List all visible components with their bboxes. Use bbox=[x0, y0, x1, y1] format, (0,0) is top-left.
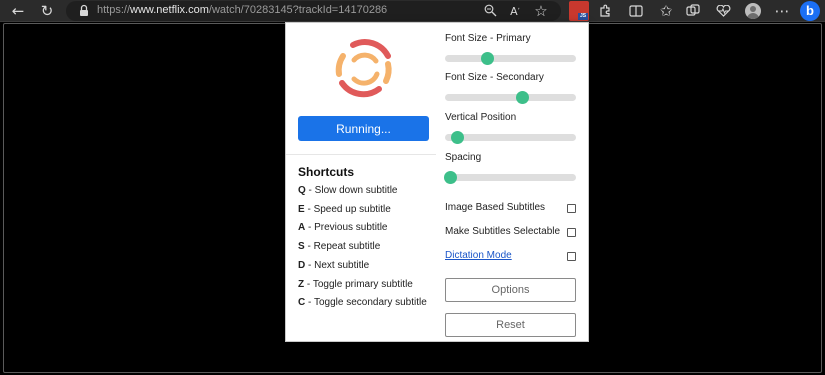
running-status-button[interactable]: Running... bbox=[298, 116, 429, 141]
profile-avatar[interactable] bbox=[745, 3, 761, 19]
shortcut-item: Z - Toggle primary subtitle bbox=[298, 279, 413, 290]
vertical-position-label: Vertical Position bbox=[445, 112, 517, 123]
split-screen-icon[interactable] bbox=[629, 5, 643, 17]
shortcut-item: E - Speed up subtitle bbox=[298, 204, 391, 215]
dictation-mode-link[interactable]: Dictation Mode bbox=[445, 250, 512, 261]
image-based-subtitles-checkbox[interactable] bbox=[567, 204, 576, 213]
shortcuts-title: Shortcuts bbox=[298, 165, 355, 179]
more-menu-icon[interactable]: ⋯ bbox=[772, 1, 792, 21]
refresh-icon[interactable]: ↻ bbox=[37, 1, 57, 21]
favorites-icon[interactable]: ✩ bbox=[656, 1, 676, 21]
spacing-slider[interactable] bbox=[444, 171, 576, 184]
divider bbox=[286, 154, 436, 155]
slider-thumb[interactable] bbox=[480, 52, 494, 65]
subtitle-extension-popup: Running... Shortcuts Q - Slow down subti… bbox=[285, 22, 589, 342]
shortcut-item: Q - Slow down subtitle bbox=[298, 185, 398, 196]
extensions-puzzle-icon[interactable] bbox=[598, 4, 612, 18]
reset-button[interactable]: Reset bbox=[445, 313, 576, 337]
extension-logo-icon bbox=[335, 39, 392, 98]
shortcut-item: D - Next subtitle bbox=[298, 260, 370, 271]
browser-essentials-icon[interactable] bbox=[716, 5, 731, 17]
make-subtitles-selectable-label: Make Subtitles Selectable bbox=[445, 226, 561, 237]
zoom-icon[interactable] bbox=[484, 4, 497, 17]
shortcut-item: A - Previous subtitle bbox=[298, 222, 388, 233]
lock-icon bbox=[80, 4, 88, 16]
slider-thumb[interactable] bbox=[516, 91, 530, 104]
vertical-position-slider[interactable] bbox=[445, 131, 576, 144]
favorite-star-icon[interactable]: ☆ bbox=[531, 1, 551, 21]
image-based-subtitles-label: Image Based Subtitles bbox=[445, 202, 546, 213]
url-text[interactable]: https://www.netflix.com/watch/70283145?t… bbox=[97, 3, 387, 17]
read-aloud-icon[interactable]: Aʼ bbox=[505, 1, 525, 21]
shortcut-item: C - Toggle secondary subtitle bbox=[298, 297, 427, 308]
subtitle-extension-icon[interactable]: JS bbox=[569, 1, 589, 21]
bing-copilot-icon[interactable]: b bbox=[800, 1, 820, 21]
slider-thumb[interactable] bbox=[450, 131, 464, 144]
options-button[interactable]: Options bbox=[445, 278, 576, 302]
shortcut-item: S - Repeat subtitle bbox=[298, 241, 381, 252]
slider-thumb[interactable] bbox=[444, 171, 458, 184]
font-size-secondary-slider[interactable] bbox=[445, 91, 576, 104]
dictation-mode-checkbox[interactable] bbox=[567, 252, 576, 261]
spacing-label: Spacing bbox=[445, 152, 482, 163]
extension-badge: JS bbox=[578, 13, 588, 20]
browser-toolbar: ← ↻ https://www.netflix.com/watch/702831… bbox=[0, 0, 825, 22]
collections-icon[interactable] bbox=[686, 4, 700, 18]
font-size-primary-label: Font Size - Primary bbox=[445, 33, 531, 44]
back-arrow-icon[interactable]: ← bbox=[8, 1, 28, 21]
font-size-primary-slider[interactable] bbox=[445, 52, 576, 65]
make-subtitles-selectable-checkbox[interactable] bbox=[567, 228, 576, 237]
font-size-secondary-label: Font Size - Secondary bbox=[445, 72, 544, 83]
